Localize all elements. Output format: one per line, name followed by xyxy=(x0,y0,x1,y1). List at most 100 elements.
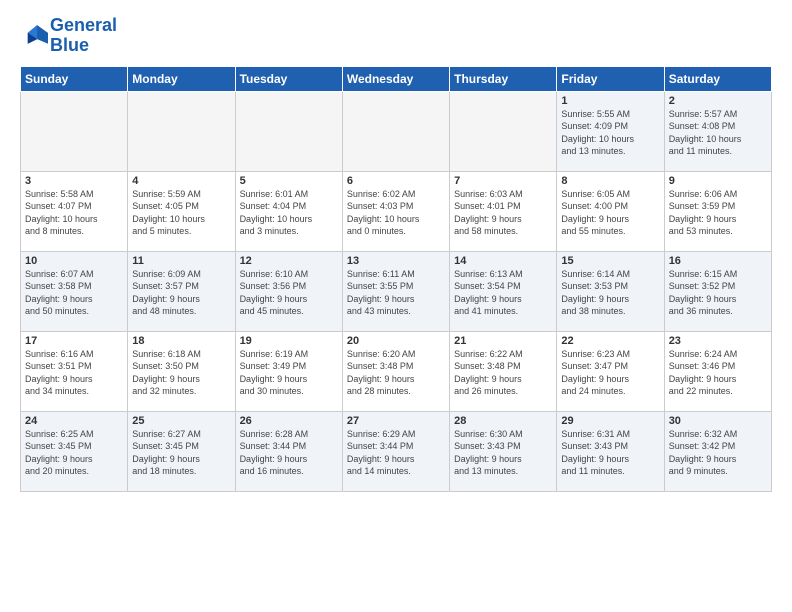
day-info: Sunrise: 6:18 AM Sunset: 3:50 PM Dayligh… xyxy=(132,348,230,398)
day-info: Sunrise: 6:16 AM Sunset: 3:51 PM Dayligh… xyxy=(25,348,123,398)
day-info: Sunrise: 6:10 AM Sunset: 3:56 PM Dayligh… xyxy=(240,268,338,318)
day-info: Sunrise: 6:02 AM Sunset: 4:03 PM Dayligh… xyxy=(347,188,445,238)
day-number: 7 xyxy=(454,175,552,187)
day-number: 20 xyxy=(347,335,445,347)
weekday-header: Monday xyxy=(128,66,235,91)
calendar-cell: 8Sunrise: 6:05 AM Sunset: 4:00 PM Daylig… xyxy=(557,171,664,251)
day-number: 12 xyxy=(240,255,338,267)
calendar-header-row: SundayMondayTuesdayWednesdayThursdayFrid… xyxy=(21,66,772,91)
calendar-cell: 24Sunrise: 6:25 AM Sunset: 3:45 PM Dayli… xyxy=(21,411,128,491)
calendar-cell: 11Sunrise: 6:09 AM Sunset: 3:57 PM Dayli… xyxy=(128,251,235,331)
weekday-header: Tuesday xyxy=(235,66,342,91)
calendar-cell: 2Sunrise: 5:57 AM Sunset: 4:08 PM Daylig… xyxy=(664,91,771,171)
calendar-cell: 19Sunrise: 6:19 AM Sunset: 3:49 PM Dayli… xyxy=(235,331,342,411)
calendar-cell: 17Sunrise: 6:16 AM Sunset: 3:51 PM Dayli… xyxy=(21,331,128,411)
calendar-cell: 1Sunrise: 5:55 AM Sunset: 4:09 PM Daylig… xyxy=(557,91,664,171)
calendar-week-row: 3Sunrise: 5:58 AM Sunset: 4:07 PM Daylig… xyxy=(21,171,772,251)
day-info: Sunrise: 6:23 AM Sunset: 3:47 PM Dayligh… xyxy=(561,348,659,398)
day-number: 24 xyxy=(25,415,123,427)
day-info: Sunrise: 6:03 AM Sunset: 4:01 PM Dayligh… xyxy=(454,188,552,238)
calendar-cell: 16Sunrise: 6:15 AM Sunset: 3:52 PM Dayli… xyxy=(664,251,771,331)
day-info: Sunrise: 6:19 AM Sunset: 3:49 PM Dayligh… xyxy=(240,348,338,398)
day-info: Sunrise: 6:13 AM Sunset: 3:54 PM Dayligh… xyxy=(454,268,552,318)
day-number: 23 xyxy=(669,335,767,347)
logo-icon xyxy=(20,22,48,50)
calendar-cell: 25Sunrise: 6:27 AM Sunset: 3:45 PM Dayli… xyxy=(128,411,235,491)
page: General Blue SundayMondayTuesdayWednesda… xyxy=(0,0,792,612)
calendar-cell: 29Sunrise: 6:31 AM Sunset: 3:43 PM Dayli… xyxy=(557,411,664,491)
day-info: Sunrise: 6:29 AM Sunset: 3:44 PM Dayligh… xyxy=(347,428,445,478)
day-number: 18 xyxy=(132,335,230,347)
day-info: Sunrise: 6:22 AM Sunset: 3:48 PM Dayligh… xyxy=(454,348,552,398)
day-info: Sunrise: 6:27 AM Sunset: 3:45 PM Dayligh… xyxy=(132,428,230,478)
calendar-cell: 15Sunrise: 6:14 AM Sunset: 3:53 PM Dayli… xyxy=(557,251,664,331)
calendar-cell: 14Sunrise: 6:13 AM Sunset: 3:54 PM Dayli… xyxy=(450,251,557,331)
day-number: 2 xyxy=(669,95,767,107)
day-number: 30 xyxy=(669,415,767,427)
calendar-table: SundayMondayTuesdayWednesdayThursdayFrid… xyxy=(20,66,772,492)
day-number: 15 xyxy=(561,255,659,267)
calendar-cell: 30Sunrise: 6:32 AM Sunset: 3:42 PM Dayli… xyxy=(664,411,771,491)
day-number: 11 xyxy=(132,255,230,267)
day-info: Sunrise: 6:11 AM Sunset: 3:55 PM Dayligh… xyxy=(347,268,445,318)
day-number: 5 xyxy=(240,175,338,187)
day-info: Sunrise: 6:25 AM Sunset: 3:45 PM Dayligh… xyxy=(25,428,123,478)
day-info: Sunrise: 6:09 AM Sunset: 3:57 PM Dayligh… xyxy=(132,268,230,318)
calendar-week-row: 10Sunrise: 6:07 AM Sunset: 3:58 PM Dayli… xyxy=(21,251,772,331)
day-info: Sunrise: 5:59 AM Sunset: 4:05 PM Dayligh… xyxy=(132,188,230,238)
day-info: Sunrise: 6:28 AM Sunset: 3:44 PM Dayligh… xyxy=(240,428,338,478)
day-number: 8 xyxy=(561,175,659,187)
calendar-cell: 10Sunrise: 6:07 AM Sunset: 3:58 PM Dayli… xyxy=(21,251,128,331)
day-number: 26 xyxy=(240,415,338,427)
day-info: Sunrise: 6:01 AM Sunset: 4:04 PM Dayligh… xyxy=(240,188,338,238)
calendar-cell: 22Sunrise: 6:23 AM Sunset: 3:47 PM Dayli… xyxy=(557,331,664,411)
calendar-cell: 28Sunrise: 6:30 AM Sunset: 3:43 PM Dayli… xyxy=(450,411,557,491)
calendar-cell: 9Sunrise: 6:06 AM Sunset: 3:59 PM Daylig… xyxy=(664,171,771,251)
calendar-cell: 20Sunrise: 6:20 AM Sunset: 3:48 PM Dayli… xyxy=(342,331,449,411)
header: General Blue xyxy=(20,16,772,56)
day-number: 4 xyxy=(132,175,230,187)
day-info: Sunrise: 6:15 AM Sunset: 3:52 PM Dayligh… xyxy=(669,268,767,318)
calendar-cell: 21Sunrise: 6:22 AM Sunset: 3:48 PM Dayli… xyxy=(450,331,557,411)
calendar-cell: 12Sunrise: 6:10 AM Sunset: 3:56 PM Dayli… xyxy=(235,251,342,331)
logo: General Blue xyxy=(20,16,117,56)
day-number: 27 xyxy=(347,415,445,427)
day-number: 9 xyxy=(669,175,767,187)
calendar-cell xyxy=(128,91,235,171)
day-number: 28 xyxy=(454,415,552,427)
calendar-cell: 23Sunrise: 6:24 AM Sunset: 3:46 PM Dayli… xyxy=(664,331,771,411)
weekday-header: Saturday xyxy=(664,66,771,91)
day-info: Sunrise: 5:58 AM Sunset: 4:07 PM Dayligh… xyxy=(25,188,123,238)
calendar-cell: 18Sunrise: 6:18 AM Sunset: 3:50 PM Dayli… xyxy=(128,331,235,411)
calendar-week-row: 24Sunrise: 6:25 AM Sunset: 3:45 PM Dayli… xyxy=(21,411,772,491)
calendar-cell: 7Sunrise: 6:03 AM Sunset: 4:01 PM Daylig… xyxy=(450,171,557,251)
day-number: 1 xyxy=(561,95,659,107)
day-number: 29 xyxy=(561,415,659,427)
calendar-cell xyxy=(450,91,557,171)
day-number: 10 xyxy=(25,255,123,267)
day-number: 21 xyxy=(454,335,552,347)
day-info: Sunrise: 5:55 AM Sunset: 4:09 PM Dayligh… xyxy=(561,108,659,158)
day-number: 16 xyxy=(669,255,767,267)
calendar-week-row: 17Sunrise: 6:16 AM Sunset: 3:51 PM Dayli… xyxy=(21,331,772,411)
day-info: Sunrise: 6:05 AM Sunset: 4:00 PM Dayligh… xyxy=(561,188,659,238)
logo-text: General Blue xyxy=(50,16,117,56)
day-number: 6 xyxy=(347,175,445,187)
calendar-cell xyxy=(235,91,342,171)
day-info: Sunrise: 6:31 AM Sunset: 3:43 PM Dayligh… xyxy=(561,428,659,478)
weekday-header: Thursday xyxy=(450,66,557,91)
calendar-week-row: 1Sunrise: 5:55 AM Sunset: 4:09 PM Daylig… xyxy=(21,91,772,171)
calendar-cell: 26Sunrise: 6:28 AM Sunset: 3:44 PM Dayli… xyxy=(235,411,342,491)
calendar-cell: 6Sunrise: 6:02 AM Sunset: 4:03 PM Daylig… xyxy=(342,171,449,251)
day-number: 22 xyxy=(561,335,659,347)
calendar-cell: 3Sunrise: 5:58 AM Sunset: 4:07 PM Daylig… xyxy=(21,171,128,251)
calendar-cell: 4Sunrise: 5:59 AM Sunset: 4:05 PM Daylig… xyxy=(128,171,235,251)
calendar-cell xyxy=(21,91,128,171)
day-info: Sunrise: 6:30 AM Sunset: 3:43 PM Dayligh… xyxy=(454,428,552,478)
day-info: Sunrise: 6:07 AM Sunset: 3:58 PM Dayligh… xyxy=(25,268,123,318)
day-number: 3 xyxy=(25,175,123,187)
calendar-cell xyxy=(342,91,449,171)
day-info: Sunrise: 5:57 AM Sunset: 4:08 PM Dayligh… xyxy=(669,108,767,158)
day-number: 19 xyxy=(240,335,338,347)
day-number: 14 xyxy=(454,255,552,267)
